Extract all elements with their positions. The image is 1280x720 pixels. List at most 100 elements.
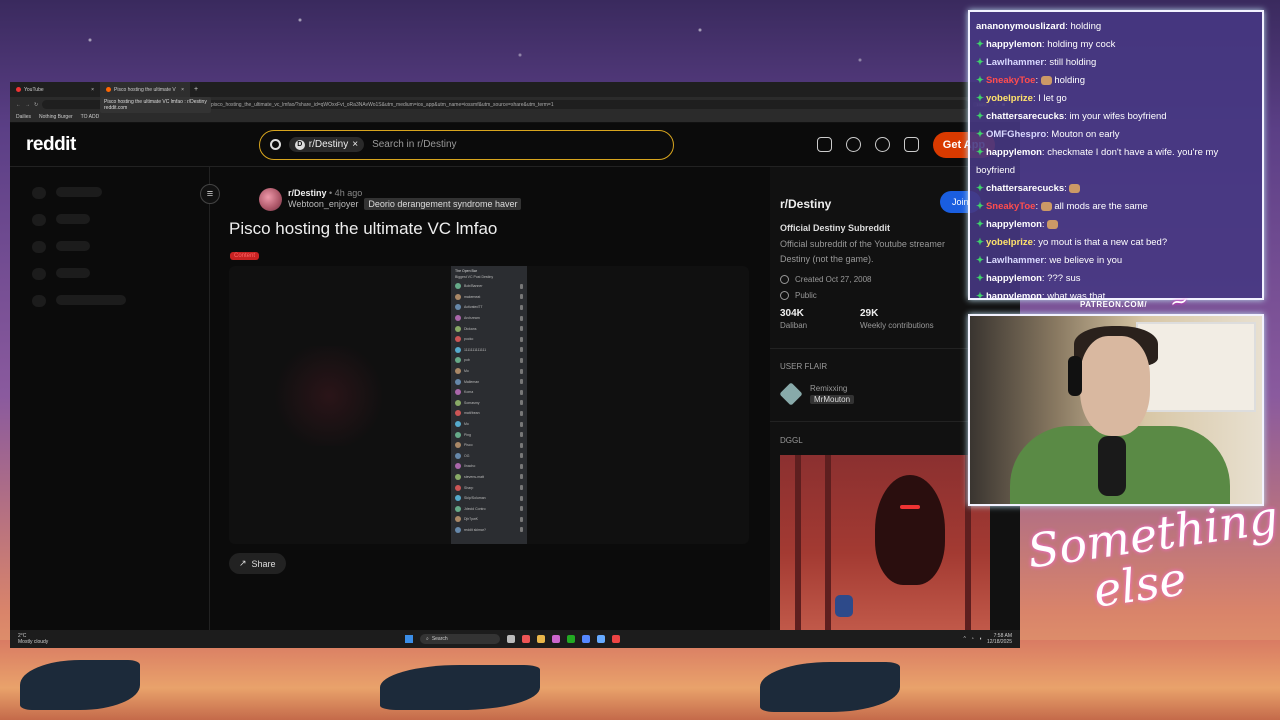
tab-tooltip: Pisco hosting the ultimate VC lmfao : r/… [100,97,211,113]
discord-username: Ilnacho [464,464,476,469]
sub-badge-icon: ✦ [976,273,984,284]
globe-icon [780,291,789,300]
obs-icon[interactable] [612,635,620,643]
discord-user-row: Mo [455,419,523,430]
sidebar-subreddit-name[interactable]: r/Destiny [780,197,831,211]
steam-icon[interactable] [597,635,605,643]
forward-icon[interactable]: → [25,102,30,108]
discord-user-list: Bob/Banner makemeat Activated7T Archzeam Dic… [455,281,523,535]
tab-reddit-post[interactable]: Pisco hosting the ultimate VC lmfao × [100,82,190,97]
back-icon[interactable]: ← [16,102,21,108]
search-input[interactable]: Search in r/Destiny [372,139,456,150]
chat-username: chattersarecucks [985,183,1065,194]
ads-icon[interactable] [816,137,832,152]
bell-icon[interactable] [874,137,890,152]
user-avatar [455,526,461,533]
chat-text: holding my cock [1047,39,1116,50]
sidebar-subtitle: Official Destiny Subreddit [780,223,891,233]
discord-icon[interactable] [582,635,590,643]
reddit-logo[interactable]: reddit [26,134,76,156]
close-tab-icon[interactable]: × [181,87,184,93]
app-icon[interactable] [567,635,575,643]
close-icon[interactable]: × [352,139,358,150]
post-subreddit[interactable]: r/Destiny [288,188,327,198]
bookmark-to-add[interactable]: TO ADD [81,114,100,120]
discord-user-row: stevens-matt [455,472,523,483]
webcam-feed [968,314,1264,506]
post-title[interactable]: Pisco hosting the ultimate VC lmfao [229,219,497,239]
weather-desc: Mostly cloudy [18,639,49,645]
subreddit-chip[interactable]: D r/Destiny × [288,137,365,152]
tab-youtube[interactable]: YouTube × [10,82,100,97]
mic-icon [520,516,523,522]
user-flair[interactable]: Remixxing MrMouton [779,382,855,406]
user-avatar [455,463,461,470]
visibility-label: Public [795,291,817,300]
browser-app-icon[interactable] [522,635,530,643]
discord-user-row: Malleman [455,376,523,387]
chat-username: happylemon [985,273,1042,284]
clock[interactable]: 7:58 AM 12/18/2025 [987,633,1012,645]
chat-message: ✦ happylemon: checkmate I don't have a wi… [976,144,1256,180]
share-icon: ↗ [239,558,247,568]
small-character [835,595,853,617]
subreddit-avatar[interactable] [259,188,282,211]
reload-icon[interactable]: ↻ [34,102,38,108]
mic-icon [520,410,523,416]
post-author[interactable]: Webtoon_enjoyer [288,199,358,209]
chat-text: I let go [1038,93,1067,104]
volume-icon[interactable]: ◖ [979,636,982,642]
discord-username: Bob/Banner [464,284,483,289]
mic-icon [520,347,523,353]
headphones [1068,356,1082,396]
close-tab-icon[interactable]: × [91,87,94,93]
user-avatar [455,410,461,417]
hamburger-menu-icon[interactable]: ≡ [200,184,220,204]
chat-icon[interactable] [845,137,861,152]
file-explorer-icon[interactable] [537,635,545,643]
new-tab-button[interactable]: + [190,86,202,93]
post-age: • 4h ago [329,188,363,198]
create-post-icon[interactable] [903,137,919,152]
tooltip-domain: reddit.com [104,105,128,111]
bookmark-dailies[interactable]: Dailies [16,114,31,120]
taskbar-search[interactable]: ⌕ Search [420,634,500,644]
mic-icon [520,463,523,469]
chat-text: holding [1054,75,1085,86]
discord-username: Koma [464,390,474,395]
bookmark-nothing-burger[interactable]: Nothing Burger [39,114,73,120]
dggl-artwork[interactable] [780,455,990,633]
discord-username: Jdecid Contro [464,506,486,511]
sub-badge-icon: ✦ [976,201,984,212]
stream-chat-overlay: ananonymouslizard: holding ✦ happylemon: h… [968,10,1264,300]
discord-username: Malleman [464,379,480,384]
microphone [1098,436,1126,496]
chat-username: SneakyToe [985,201,1036,212]
members-stat: 304K Daliban [780,308,807,332]
mic-icon [520,368,523,374]
tray-chevron-icon[interactable]: ^ [964,636,966,642]
search-bar[interactable]: D r/Destiny × Search in r/Destiny [258,129,674,160]
sub-badge-icon: ✦ [976,39,984,50]
app-icon[interactable] [552,635,560,643]
sub-badge-icon: ✦ [976,57,984,68]
mic-icon [520,315,523,321]
created-date: Created Oct 27, 2008 [780,275,872,284]
sub-badge-icon: ✦ [976,237,984,248]
weather-widget[interactable]: 2°C Mostly cloudy [10,633,48,645]
chat-username: ananonymouslizard [976,21,1066,32]
background-foliage [20,660,140,710]
chat-username: happylemon [985,291,1042,300]
share-button[interactable]: ↗ Share [229,553,286,574]
post-image[interactable]: The Open Bar Biggest VC Post Destiny Bob… [229,266,749,544]
share-label: Share [251,558,276,569]
discord-user-row: reddit skimar? [455,525,523,536]
user-avatar [455,399,461,406]
discord-user-row: matt/bean [455,408,523,419]
chat-message: ✦ chattersarecucks: [976,180,1256,198]
windows-start-icon[interactable] [405,635,413,643]
task-view-icon[interactable] [507,635,515,643]
user-avatar [455,421,461,428]
mic-icon [520,506,523,512]
wifi-icon[interactable]: ◔ [971,636,974,642]
